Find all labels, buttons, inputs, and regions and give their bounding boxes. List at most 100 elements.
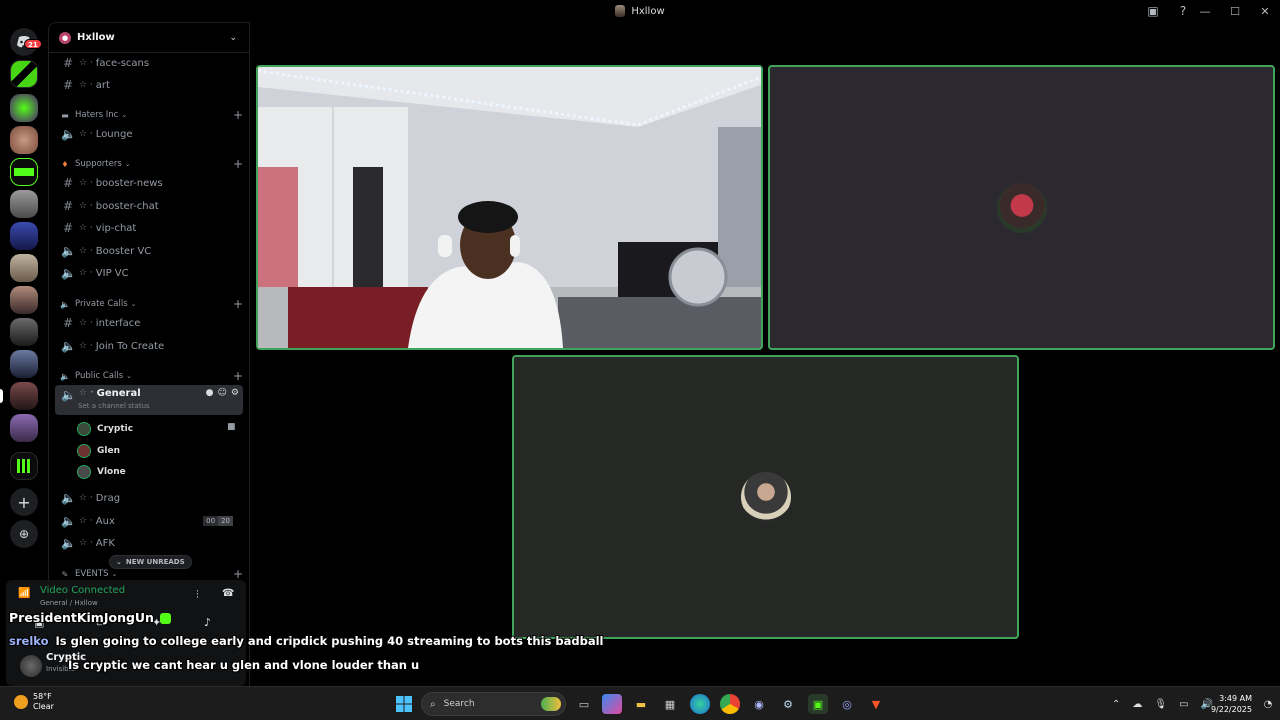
voice-user-glen[interactable]: Glen (77, 442, 120, 460)
new-unreads-pill[interactable]: ⌄ NEW UNREADS (109, 555, 192, 569)
overlay-chat-line-2: srelko Is glen going to college early an… (9, 634, 604, 648)
copilot-icon[interactable] (602, 694, 622, 714)
voice-user-vlone[interactable]: Vlone (77, 463, 126, 481)
video-tile-glen[interactable] (768, 65, 1275, 350)
speaker-icon: 🔈 (61, 244, 76, 258)
voice-user-name: Cryptic (97, 424, 134, 434)
noise-suppression-icon[interactable]: ⫶ (196, 588, 199, 602)
steam-icon[interactable]: ⚙ (778, 694, 798, 714)
disconnect-icon[interactable]: ☎ (222, 588, 234, 599)
file-explorer-icon[interactable]: ▬ (631, 694, 651, 714)
voice-connection-status[interactable]: Video Connected (40, 585, 125, 596)
server-icon-2[interactable] (10, 94, 38, 122)
category-supporters[interactable]: ♦ Supporters ⌄ + (59, 157, 243, 171)
start-button[interactable] (394, 694, 414, 714)
channel-join-to-create[interactable]: 🔈 ☆ · Join To Create (55, 336, 243, 356)
server-icon-3[interactable] (10, 126, 38, 154)
add-server-button[interactable]: + (10, 488, 38, 516)
invite-icon[interactable]: ☺ (218, 388, 227, 398)
weather-widget[interactable]: 58°F Clear (14, 692, 54, 712)
server-icon-9[interactable] (10, 318, 38, 346)
channel-status-hint[interactable]: Set a channel status (78, 402, 150, 410)
edge-icon[interactable] (690, 694, 710, 714)
create-channel-icon[interactable]: + (233, 567, 243, 581)
video-tile-vlone[interactable] (512, 355, 1019, 639)
brave-icon[interactable]: ▼ (866, 694, 886, 714)
create-channel-icon[interactable]: + (233, 369, 243, 383)
channel-booster-vc[interactable]: 🔈 ☆ · Booster VC (55, 241, 243, 261)
category-public-calls[interactable]: 🔈 Public Calls ⌄ + (59, 369, 243, 383)
server-icon-kick[interactable] (10, 158, 38, 186)
network-icon[interactable]: ▭ (1179, 699, 1188, 710)
channel-general[interactable]: 🔈 ☆ · General Set a channel status ● ☺ ⚙ (55, 385, 243, 415)
star-icon: ☆ · (79, 388, 94, 398)
channel-art[interactable]: # ☆ · art (55, 75, 243, 95)
server-icon-13[interactable] (10, 452, 38, 480)
server-icon-6[interactable] (10, 222, 38, 250)
chrome-icon[interactable] (720, 694, 740, 714)
chat-icon[interactable]: ● (206, 388, 214, 398)
category-label: Public Calls (75, 371, 124, 381)
close-button[interactable]: ✕ (1250, 5, 1280, 18)
server-icon-12[interactable] (10, 414, 38, 442)
window-controls: — ☐ ✕ (1190, 0, 1280, 22)
overlay-chat-line-3: Is cryptic we cant hear u glen and vlone… (68, 658, 419, 672)
channel-afk[interactable]: 🔈 ☆ · AFK (55, 533, 243, 553)
app-icon-circle[interactable]: ◎ (837, 694, 857, 714)
category-haters-inc[interactable]: ▬ Haters Inc ⌄ + (59, 108, 243, 122)
channel-label: VIP VC (95, 267, 129, 279)
notification-icon[interactable]: ◔ (1258, 694, 1278, 714)
channel-aux[interactable]: 🔈 ☆ · Aux 00 20 (55, 511, 243, 531)
hash-icon: # (62, 221, 74, 235)
user-avatar[interactable] (20, 655, 42, 677)
channel-drag[interactable]: 🔈 ☆ · Drag (55, 488, 243, 508)
create-channel-icon[interactable]: + (233, 157, 243, 171)
help-icon[interactable]: ? (1175, 3, 1191, 19)
app-icon-green[interactable]: ▣ (808, 694, 828, 714)
channel-lounge[interactable]: 🔈 ☆ · Lounge (55, 124, 243, 144)
server-icon-8[interactable] (10, 286, 38, 314)
onedrive-icon[interactable]: ☁ (1132, 699, 1142, 710)
server-icon-hxllow[interactable] (10, 382, 38, 410)
gear-icon[interactable]: ⚙ (231, 388, 239, 398)
channel-interface[interactable]: # ☆ · interface (55, 313, 243, 333)
minimize-button[interactable]: — (1190, 5, 1220, 18)
weather-text: 58°F Clear (33, 692, 54, 712)
microphone-icon[interactable]: 🎙 (1154, 699, 1167, 710)
maximize-button[interactable]: ☐ (1220, 5, 1250, 18)
star-icon: ☆ · (79, 341, 93, 351)
tools-icon: ✎ (61, 569, 69, 579)
taskbar-clock[interactable]: 3:49 AM 9/22/2025 (1206, 693, 1252, 715)
soundboard-button[interactable]: ♪ (204, 616, 211, 629)
task-view-icon[interactable]: ▭ (574, 694, 594, 714)
chevron-up-icon[interactable]: ⌃ (1112, 699, 1120, 710)
channel-face-scans[interactable]: # ☆ · face-scans (55, 53, 243, 73)
search-highlight-icon (541, 697, 561, 711)
voice-user-cryptic[interactable]: Cryptic (77, 420, 133, 438)
star-icon: ☆ · (79, 129, 93, 139)
create-channel-icon[interactable]: + (233, 108, 243, 122)
category-events[interactable]: ✎ EVENTS ⌄ + (59, 567, 243, 581)
taskbar-search[interactable]: ⌕ Search (421, 692, 566, 716)
discover-button[interactable]: ⊕ (10, 520, 38, 548)
chevron-down-icon: ⌄ (126, 372, 133, 380)
server-icon-5[interactable] (10, 190, 38, 218)
channel-booster-news[interactable]: # ☆ · booster-news (55, 173, 243, 193)
video-tile-cryptic[interactable] (256, 65, 763, 350)
server-icon-kickbot[interactable] (10, 60, 38, 88)
server-icon-7[interactable] (10, 254, 38, 282)
category-private-calls[interactable]: 🔈 Private Calls ⌄ + (59, 297, 243, 311)
chevron-down-icon: ⌄ (124, 160, 131, 168)
create-channel-icon[interactable]: + (233, 297, 243, 311)
channel-vip-vc[interactable]: 🔈 ☆ · VIP VC (55, 263, 243, 283)
clock-date: 9/22/2025 (1210, 705, 1252, 714)
channel-booster-chat[interactable]: # ☆ · booster-chat (55, 196, 243, 216)
discord-taskbar-icon[interactable]: ◉ (749, 694, 769, 714)
server-icon-10[interactable] (10, 350, 38, 378)
signal-icon[interactable]: 📶 (18, 588, 30, 599)
fire-icon: ♦ (61, 159, 69, 169)
guild-header[interactable]: ● Hxllow ⌄ (49, 23, 249, 53)
channel-vip-chat[interactable]: # ☆ · vip-chat (55, 218, 243, 238)
inbox-icon[interactable]: ▣ (1145, 3, 1161, 19)
store-icon[interactable]: ▦ (660, 694, 680, 714)
